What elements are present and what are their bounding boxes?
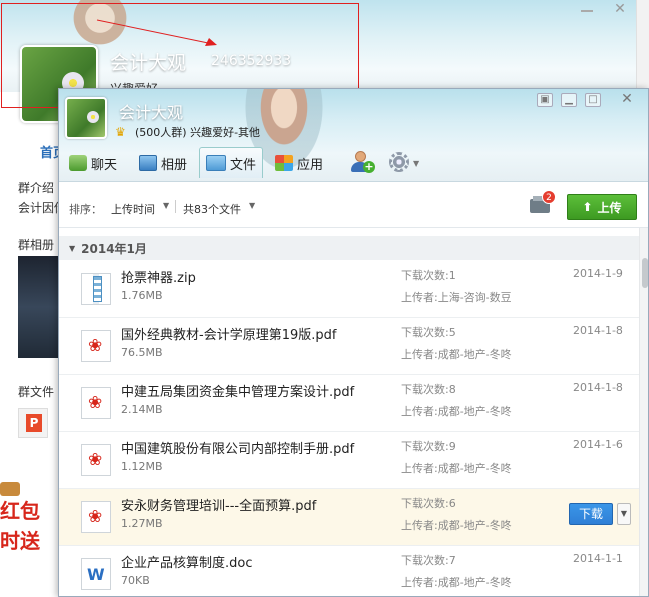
file-count-chevron-down-icon[interactable]: ▼ [249,201,255,210]
folder-icon [206,155,226,171]
group-avatar[interactable] [65,97,107,139]
skin-icon[interactable]: ▣ [537,93,553,107]
tab-apps[interactable]: 应用 [269,149,329,177]
file-size: 1.27MB [121,517,163,530]
file-name[interactable]: 企业产品核算制度.doc [121,552,253,571]
file-list-scrollbar[interactable] [639,228,648,596]
file-row[interactable]: 国外经典教材-会计学原理第19版.pdf 76.5MB 下载次数:5 上传者:成… [59,318,639,375]
uploader: 上传者:成都-地产-冬咚 [401,348,512,361]
pdf-file-icon [81,501,111,533]
toolbar-divider [175,200,176,213]
upload-date: 2014-1-8 [573,324,623,337]
sort-label: 排序： [69,203,102,216]
file-name[interactable]: 中建五局集团资金集中管理方案设计.pdf [121,381,354,400]
file-row-hovered[interactable]: 安永财务管理培训---全面预算.pdf 1.27MB 下载次数:6 上传者:成都… [59,489,639,546]
file-size: 1.76MB [121,289,163,302]
tab-files-label: 文件 [230,157,257,173]
upload-button[interactable]: ⬆ 上传 [567,194,637,220]
tab-files[interactable]: 文件 [199,147,264,178]
background-close-icon[interactable]: ✕ [612,2,628,16]
zip-file-icon [81,273,111,305]
file-size: 1.12MB [121,460,163,473]
upload-date: 2014-1-9 [573,267,623,280]
promo-text-line2: 时送 [0,529,40,553]
background-ppt-file-icon[interactable]: P [18,408,48,438]
settings-chevron-down-icon[interactable]: ▼ [413,159,419,168]
download-count: 下载次数:8 [401,383,456,396]
file-row[interactable]: 中建五局集团资金集中管理方案设计.pdf 2.14MB 下载次数:8 上传者:成… [59,375,639,432]
upload-date: 2014-1-8 [573,381,623,394]
month-group-header[interactable]: ▼ 2014年1月 [59,236,639,260]
crown-icon: ♛ [115,125,126,139]
file-size: 2.14MB [121,403,163,416]
upload-date: 2014-1-1 [573,552,623,565]
tab-apps-label: 应用 [297,157,324,173]
gear-icon[interactable] [389,152,409,172]
file-size: 70KB [121,574,150,587]
upload-icon: ⬆ [582,200,593,214]
file-size: 76.5MB [121,346,163,359]
maximize-icon[interactable]: □ [585,93,601,107]
promo-decoration-icon [0,482,20,496]
pdf-file-icon [81,387,111,419]
pdf-file-icon [81,330,111,362]
upload-button-label: 上传 [597,200,622,215]
tab-album-label: 相册 [161,157,188,173]
apps-icon [275,155,293,171]
upload-date: 2014-1-6 [573,438,623,451]
group-header-banner: 会计大观 ♛ (500人群) 兴趣爱好-其他 ▣ ▁ □ ✕ 聊天 相册 文件 … [59,89,648,181]
uploader: 上传者:上海-咨询-数豆 [401,291,512,304]
group-meta: (500人群) 兴趣爱好-其他 [135,126,261,139]
download-count: 下载次数:6 [401,497,456,510]
background-album-thumbnail[interactable] [18,256,60,358]
file-row[interactable]: 中国建筑股份有限公司内部控制手册.pdf 1.12MB 下载次数:9 上传者:成… [59,432,639,489]
uploader: 上传者:成都-地产-冬咚 [401,576,512,589]
scrollbar-thumb[interactable] [642,258,648,288]
download-count: 下载次数:5 [401,326,456,339]
minimize-icon[interactable]: ▁ [561,93,577,107]
group-files-window: 会计大观 ♛ (500人群) 兴趣爱好-其他 ▣ ▁ □ ✕ 聊天 相册 文件 … [58,88,649,597]
file-list: ▼ 2014年1月 抢票神器.zip 1.76MB 下载次数:1 上传者:上海-… [59,227,648,596]
download-count: 下载次数:1 [401,269,456,282]
background-intro-title: 群介绍 [18,181,55,195]
sort-chevron-down-icon[interactable]: ▼ [163,201,169,210]
download-count: 下载次数:9 [401,440,456,453]
group-name: 会计大观 [119,103,184,122]
background-minimize-icon[interactable] [580,4,594,16]
file-row[interactable]: 抢票神器.zip 1.76MB 下载次数:1 上传者:上海-咨询-数豆 2014… [59,261,639,318]
file-name[interactable]: 抢票神器.zip [121,267,196,286]
tab-chat[interactable]: 聊天 [63,149,123,177]
sort-dropdown[interactable]: 上传时间 [111,201,155,217]
download-button[interactable]: 下载 [569,503,613,525]
background-album-title: 群相册 [18,238,55,252]
notification-badge: 2 [542,190,556,204]
uploader: 上传者:成都-地产-冬咚 [401,405,512,418]
download-options-chevron-down-icon[interactable]: ▼ [617,503,631,525]
uploader: 上传者:成都-地产-冬咚 [401,462,512,475]
files-toolbar: 排序： 上传时间 ▼ 共83个文件 ▼ 2 ⬆ 上传 [59,181,648,227]
file-row[interactable]: 企业产品核算制度.doc 70KB 下载次数:7 上传者:成都-地产-冬咚 20… [59,546,639,596]
tab-album[interactable]: 相册 [133,149,193,177]
file-name[interactable]: 安永财务管理培训---全面预算.pdf [121,495,316,514]
month-group-label: 2014年1月 [81,241,147,256]
download-count: 下载次数:7 [401,554,456,567]
file-name[interactable]: 中国建筑股份有限公司内部控制手册.pdf [121,438,354,457]
annotation-red-arrow [96,19,217,46]
tab-chat-label: 聊天 [91,157,118,173]
uploader: 上传者:成都-地产-冬咚 [401,519,512,532]
file-count-dropdown[interactable]: 共83个文件 [183,201,241,217]
pdf-file-icon [81,444,111,476]
chat-icon [69,155,87,171]
album-icon [139,155,157,171]
doc-file-icon [81,558,111,590]
close-icon[interactable]: ✕ [619,92,635,107]
collapse-triangle-icon[interactable]: ▼ [69,244,75,253]
file-name[interactable]: 国外经典教材-会计学原理第19版.pdf [121,324,336,343]
background-files-title: 群文件 [18,385,55,399]
add-member-icon[interactable]: + [349,151,375,175]
promo-text-line1: 红包 [0,499,40,523]
